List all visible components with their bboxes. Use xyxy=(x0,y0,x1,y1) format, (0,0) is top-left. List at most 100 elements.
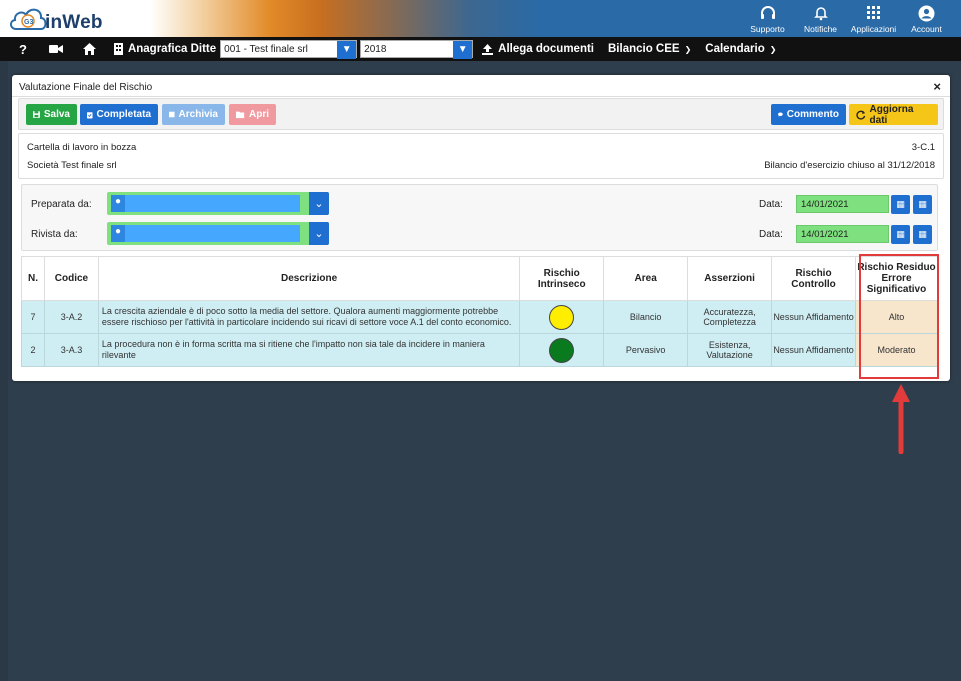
archive-icon xyxy=(169,111,175,118)
calendar-check-icon[interactable]: ▦ xyxy=(913,195,932,214)
caret-down-icon: ▼ xyxy=(337,41,357,59)
cell-descrizione: La crescita aziendale è di poco sotto la… xyxy=(97,300,521,334)
stato-cartella: Cartella di lavoro in bozza xyxy=(27,142,137,153)
archivia-button[interactable]: Archivia xyxy=(162,104,225,125)
header-icons: Supporto Notifiche Applicazioni Account xyxy=(741,2,953,34)
modal-title: Valutazione Finale del Rischio xyxy=(19,82,153,93)
company-select-value: 001 - Test finale srl xyxy=(224,44,308,55)
cloud-logo-icon[interactable]: G3 xyxy=(8,3,48,35)
cell-descrizione: La procedura non è in forma scritta ma s… xyxy=(97,333,521,367)
anagrafica-ditte-link[interactable]: Anagrafica Ditte xyxy=(104,43,224,55)
data-preparata-input[interactable]: 14/01/2021 xyxy=(796,195,889,213)
archivia-label: Archivia xyxy=(178,109,218,120)
logo-badge: G3 xyxy=(24,19,33,26)
supporto-label: Supporto xyxy=(750,24,785,34)
col-descrizione: Descrizione xyxy=(97,256,521,301)
col-rischio-intrinseco: Rischio Intrinseco xyxy=(519,256,605,301)
societa-name: Società Test finale srl xyxy=(27,160,117,171)
rischio-table: N. Codice Descrizione Rischio Intrinseco… xyxy=(21,256,939,367)
refresh-icon xyxy=(856,110,866,120)
year-select-value: 2018 xyxy=(364,44,387,55)
completata-button[interactable]: Completata xyxy=(80,104,158,125)
supporto-button[interactable]: Supporto xyxy=(741,2,794,34)
table-row[interactable]: 7 3-A.2 La crescita aziendale è di poco … xyxy=(21,300,939,334)
calendario-label: Calendario xyxy=(705,43,765,55)
col-asserzioni: Asserzioni xyxy=(687,256,773,301)
floppy-icon xyxy=(33,111,40,118)
account-button[interactable]: Account xyxy=(900,2,953,34)
allega-label: Allega documenti xyxy=(498,43,594,55)
risk-dot-icon xyxy=(549,337,575,363)
applicazioni-button[interactable]: Applicazioni xyxy=(847,2,900,34)
bilancio-label: Bilancio CEE xyxy=(608,43,680,55)
home-button[interactable] xyxy=(71,43,104,55)
top-header: G3 inWeb Supporto Notifiche Applicazioni xyxy=(0,0,961,37)
apri-button[interactable]: Apri xyxy=(229,104,276,125)
cell-codice: 3-A.2 xyxy=(43,300,99,334)
chevron-down-icon[interactable]: ⌄ xyxy=(309,192,329,215)
logo-text: inWeb xyxy=(45,12,103,33)
user-icon: ● xyxy=(115,196,122,207)
bell-icon xyxy=(813,2,829,24)
folder-open-icon xyxy=(236,111,245,119)
calendar-icon[interactable]: ▦ xyxy=(891,225,910,244)
cell-area: Pervasivo xyxy=(603,333,689,367)
calendar-check-icon[interactable]: ▦ xyxy=(913,225,932,244)
data-label-1: Data: xyxy=(759,199,783,210)
col-rischio-controllo: Rischio Controllo xyxy=(771,256,856,301)
main-navbar: ? Anagrafica Ditte 001 - Test finale srl… xyxy=(0,37,961,61)
close-icon[interactable]: × xyxy=(933,79,941,94)
notifiche-label: Notifiche xyxy=(803,24,838,34)
bilancio-cee-menu[interactable]: Bilancio CEE ❯ xyxy=(602,43,699,55)
annotation-highlight-box xyxy=(859,254,939,379)
chevron-down-icon: ❯ xyxy=(769,44,777,54)
video-button[interactable] xyxy=(35,44,71,54)
anagrafica-label: Anagrafica Ditte xyxy=(127,43,217,55)
cell-rischio-intrinseco xyxy=(519,300,605,334)
rivista-label: Rivista da: xyxy=(31,229,78,240)
headset-icon xyxy=(760,2,776,24)
aggiorna-dati-button[interactable]: Aggiorna dati xyxy=(849,103,938,126)
preparata-redacted xyxy=(125,195,300,212)
risk-dot-icon xyxy=(549,304,575,330)
help-button[interactable]: ? xyxy=(0,42,35,57)
comment-icon xyxy=(778,112,783,117)
notifiche-button[interactable]: Notifiche xyxy=(794,2,847,34)
applicazioni-label: Applicazioni xyxy=(850,24,897,34)
rivista-select[interactable]: ● ⌄ xyxy=(107,222,329,245)
salva-button[interactable]: Salva xyxy=(26,104,77,125)
clipboard-check-icon xyxy=(87,111,93,118)
bilancio-chiuso: Bilancio d'esercizio chiuso al 31/12/201… xyxy=(764,160,935,171)
cell-codice: 3-A.3 xyxy=(43,333,99,367)
apri-label: Apri xyxy=(249,109,269,120)
commento-label: Commento xyxy=(786,109,839,120)
cell-n: 2 xyxy=(21,333,45,367)
calendario-menu[interactable]: Calendario ❯ xyxy=(699,43,784,55)
data-rivista-input[interactable]: 14/01/2021 xyxy=(796,225,889,243)
building-icon xyxy=(113,43,123,55)
table-row[interactable]: 2 3-A.3 La procedura non è in forma scri… xyxy=(21,333,939,367)
company-select[interactable]: 001 - Test finale srl ▼ xyxy=(220,40,358,59)
info-panel: Cartella di lavoro in bozza 3-C.1 Societ… xyxy=(18,133,944,179)
salva-label: Salva xyxy=(43,109,70,120)
valutazione-modal: Valutazione Finale del Rischio × Salva C… xyxy=(12,75,950,381)
caret-down-icon: ▼ xyxy=(453,41,473,59)
table-header-row: N. Codice Descrizione Rischio Intrinseco… xyxy=(21,256,939,301)
cell-asserzioni: Accuratezza, Completezza xyxy=(687,300,773,334)
user-icon: ● xyxy=(115,226,122,237)
preparazione-panel: Preparata da: ● ⌄ Data: 14/01/2021 ▦ ▦ R… xyxy=(21,184,938,251)
cell-rischio-controllo: Nessun Affidamento xyxy=(771,300,856,334)
allega-documenti-link[interactable]: Allega documenti xyxy=(473,43,602,55)
col-n: N. xyxy=(21,256,45,301)
aggiorna-label: Aggiorna dati xyxy=(869,103,914,126)
commento-button[interactable]: Commento xyxy=(771,104,846,125)
col-area: Area xyxy=(603,256,689,301)
account-label: Account xyxy=(911,24,942,34)
chevron-down-icon[interactable]: ⌄ xyxy=(309,222,329,245)
rivista-redacted xyxy=(125,225,300,242)
cell-asserzioni: Esistenza, Valutazione xyxy=(687,333,773,367)
year-select[interactable]: 2018 ▼ xyxy=(360,40,474,59)
cell-n: 7 xyxy=(21,300,45,334)
preparata-select[interactable]: ● ⌄ xyxy=(107,192,329,215)
calendar-icon[interactable]: ▦ xyxy=(891,195,910,214)
